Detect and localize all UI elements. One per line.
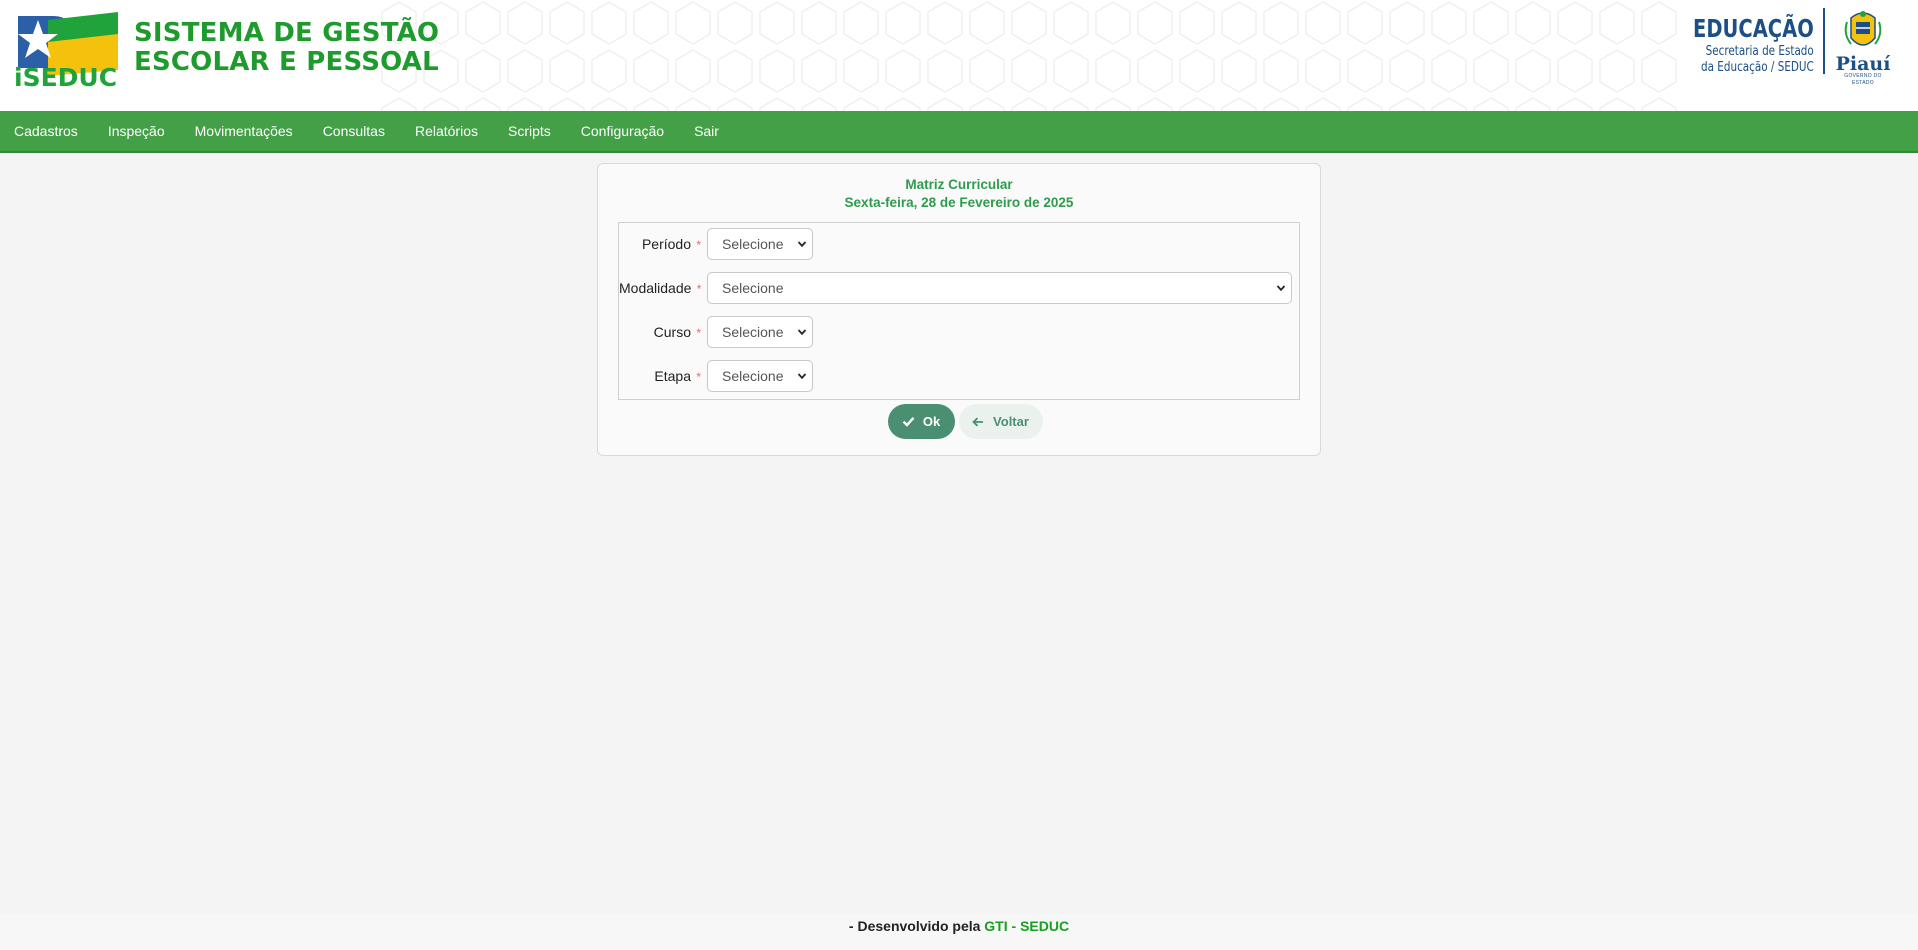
filter-form: Período * Selecione Modalidade * Selecione…	[618, 222, 1300, 400]
seduc-text-block: EDUCAÇÃO Secretaria de Estado da Educaçã…	[1659, 8, 1825, 75]
modalidade-select[interactable]: Selecione	[707, 272, 1292, 304]
periodo-label-text: Período	[641, 236, 691, 252]
system-title: SISTEMA DE GESTÃO ESCOLAR E PESSOAL	[134, 19, 439, 77]
back-button-label: Voltar	[993, 414, 1029, 429]
nav-item-movimentacoes[interactable]: Movimentações	[195, 123, 293, 139]
nav-item-inspecao[interactable]: Inspeção	[108, 123, 165, 139]
etapa-select[interactable]: Selecione	[707, 360, 813, 392]
nav-item-relatorios[interactable]: Relatórios	[415, 123, 478, 139]
form-row-etapa: Etapa * Selecione	[619, 360, 813, 392]
state-government-label: GOVERNO DO ESTADO	[1844, 73, 1882, 86]
nav-item-configuracao[interactable]: Configuração	[581, 123, 664, 139]
chevron-down-icon	[797, 241, 807, 248]
periodo-label: Período *	[619, 236, 701, 252]
brand: iSEDUC SISTEMA DE GESTÃO ESCOLAR E PESSO…	[14, 12, 439, 92]
footer-org-link[interactable]: GTI - SEDUC	[984, 918, 1069, 934]
required-mark: *	[696, 326, 701, 340]
modalidade-label-text: Modalidade	[619, 280, 692, 296]
seduc-subtitle-1: Secretaria de Estado	[1705, 44, 1814, 59]
footer: - Desenvolvido pela GTI - SEDUC	[0, 914, 1918, 950]
ok-button[interactable]: Ok	[887, 404, 955, 439]
form-actions: Ok Voltar	[598, 404, 1320, 439]
chevron-down-icon	[797, 329, 807, 336]
matriz-curricular-card: Matriz Curricular Sexta-feira, 28 de Fev…	[597, 163, 1321, 456]
header: iSEDUC SISTEMA DE GESTÃO ESCOLAR E PESSO…	[0, 0, 1918, 111]
curso-select[interactable]: Selecione	[707, 316, 813, 348]
iseduc-logo-graphic: iSEDUC	[14, 12, 118, 92]
piaui-logo: Piauí GOVERNO DO ESTADO	[1834, 8, 1892, 87]
coat-of-arms-icon	[1844, 11, 1882, 46]
form-row-modalidade: Modalidade * Selecione	[619, 272, 1292, 304]
ok-button-label: Ok	[922, 414, 941, 429]
curso-select-value: Selecione	[722, 324, 784, 340]
required-mark: *	[696, 238, 701, 252]
seduc-subtitle-2: da Educação / SEDUC	[1701, 60, 1814, 75]
iseduc-logo-text: iSEDUC	[14, 63, 117, 88]
periodo-select-value: Selecione	[722, 236, 784, 252]
current-date: Sexta-feira, 28 de Fevereiro de 2025	[844, 195, 1074, 210]
chevron-down-icon	[1276, 285, 1286, 292]
required-mark: *	[696, 282, 702, 296]
seduc-title: EDUCAÇÃO	[1693, 14, 1814, 43]
required-mark: *	[696, 370, 701, 384]
back-button[interactable]: Voltar	[958, 404, 1043, 439]
chevron-down-icon	[797, 373, 807, 380]
card-title: Matriz Curricular	[905, 177, 1013, 192]
curso-label: Curso *	[619, 324, 701, 340]
etapa-label-text: Etapa	[654, 368, 691, 384]
nav-item-cadastros[interactable]: Cadastros	[14, 123, 78, 139]
system-title-line1: SISTEMA DE GESTÃO	[134, 18, 440, 48]
state-name: Piauí	[1835, 53, 1891, 75]
iseduc-logo[interactable]: iSEDUC	[14, 12, 122, 92]
modalidade-select-value: Selecione	[722, 280, 784, 296]
system-title-line2: ESCOLAR E PESSOAL	[134, 47, 439, 77]
modalidade-label: Modalidade *	[619, 280, 701, 296]
periodo-select[interactable]: Selecione	[707, 228, 813, 260]
nav-item-sair[interactable]: Sair	[694, 123, 719, 139]
etapa-select-value: Selecione	[722, 368, 784, 384]
nav-item-consultas[interactable]: Consultas	[323, 123, 385, 139]
form-row-periodo: Período * Selecione	[619, 228, 813, 260]
etapa-label: Etapa *	[619, 368, 701, 384]
curso-label-text: Curso	[653, 324, 691, 340]
footer-prefix: - Desenvolvido pela	[848, 918, 981, 934]
seduc-logo: EDUCAÇÃO Secretaria de Estado da Educaçã…	[1659, 8, 1892, 87]
check-icon	[902, 416, 915, 427]
arrow-left-icon	[972, 417, 984, 426]
nav-item-scripts[interactable]: Scripts	[508, 123, 551, 139]
form-row-curso: Curso * Selecione	[619, 316, 813, 348]
main-navbar: Cadastros Inspeção Movimentações Consult…	[0, 111, 1918, 153]
